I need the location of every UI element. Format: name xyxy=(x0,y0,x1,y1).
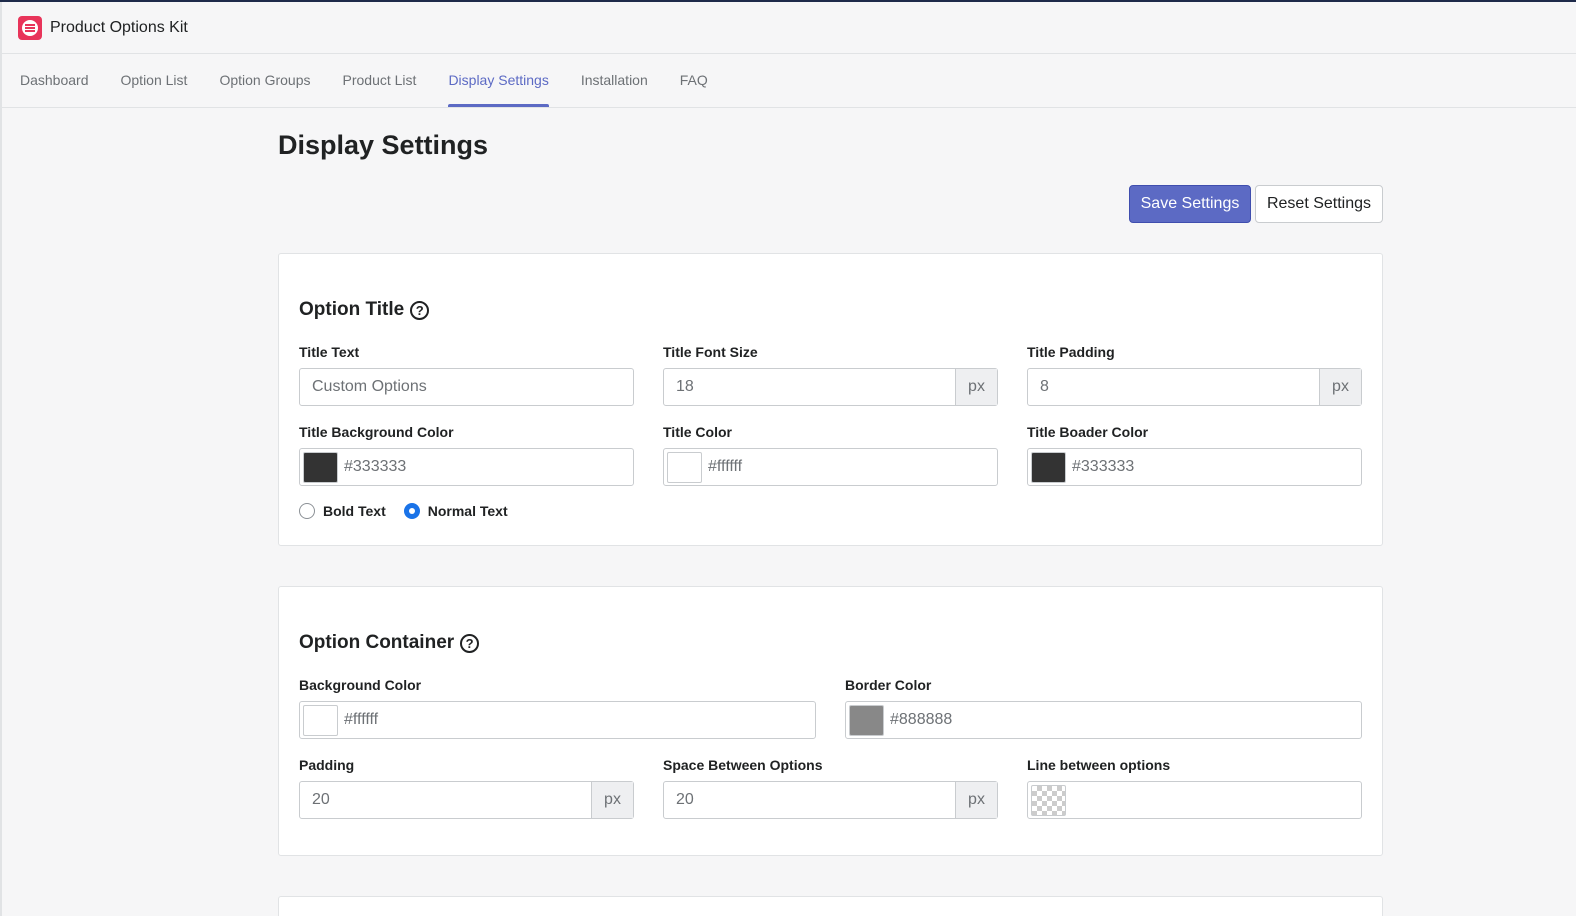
title-text-value: Custom Options xyxy=(312,378,427,395)
option-title-heading-text: Option Title xyxy=(299,299,405,320)
title-padding-value: 8 xyxy=(1040,378,1049,395)
px-suffix: px xyxy=(955,782,997,818)
title-color-label: Title Color xyxy=(663,424,732,440)
space-between-input[interactable]: 20 px xyxy=(663,781,998,819)
space-between-value: 20 xyxy=(676,791,694,808)
bold-text-radio[interactable] xyxy=(299,503,315,519)
title-bg-color-input[interactable]: #333333 xyxy=(299,448,634,486)
title-font-size-value: 18 xyxy=(676,378,694,395)
main-nav-tabs: Dashboard Option List Option Groups Prod… xyxy=(0,55,1576,108)
page-title: Display Settings xyxy=(278,130,489,160)
tab-faq[interactable]: FAQ xyxy=(680,55,708,108)
option-title-heading: Option Title ? xyxy=(299,299,430,321)
normal-text-radio[interactable] xyxy=(403,503,420,519)
help-icon[interactable]: ? xyxy=(410,300,430,320)
tab-product-list[interactable]: Product List xyxy=(343,55,417,108)
container-border-color-input[interactable]: #888888 xyxy=(845,701,1362,739)
option-container-heading: Option Container ? xyxy=(299,632,480,654)
title-style-radio-group: Bold Text Normal Text xyxy=(299,503,526,519)
title-padding-label: Title Padding xyxy=(1027,344,1115,360)
option-container-heading-text: Option Container xyxy=(299,632,455,653)
title-font-size-label: Title Font Size xyxy=(663,344,758,360)
tab-dashboard[interactable]: Dashboard xyxy=(20,55,89,108)
title-padding-input[interactable]: 8 px xyxy=(1027,368,1362,406)
app-title: Product Options Kit xyxy=(50,18,188,36)
title-border-color-input[interactable]: #333333 xyxy=(1027,448,1362,486)
tab-display-settings[interactable]: Display Settings xyxy=(448,55,550,108)
tab-option-groups[interactable]: Option Groups xyxy=(219,55,310,108)
option-title-card: Option Title ? Title Text Custom Options… xyxy=(278,253,1383,546)
container-padding-input[interactable]: 20 px xyxy=(299,781,634,819)
bold-text-label[interactable]: Bold Text xyxy=(323,503,386,519)
next-settings-card xyxy=(278,896,1383,916)
px-suffix: px xyxy=(955,369,997,405)
tab-option-list[interactable]: Option List xyxy=(121,55,188,108)
app-logo-icon xyxy=(18,15,42,40)
color-swatch[interactable] xyxy=(667,451,702,483)
container-bg-color-value: #ffffff xyxy=(344,711,379,728)
tab-installation[interactable]: Installation xyxy=(581,55,648,108)
container-bg-color-label: Background Color xyxy=(299,677,422,693)
help-icon[interactable]: ? xyxy=(460,633,480,653)
title-bg-color-label: Title Background Color xyxy=(299,424,454,440)
color-swatch[interactable] xyxy=(849,704,884,736)
title-color-input[interactable]: #ffffff xyxy=(663,448,998,486)
container-padding-label: Padding xyxy=(299,757,355,773)
title-border-color-label: Title Boader Color xyxy=(1027,424,1149,440)
title-border-color-value: #333333 xyxy=(1072,458,1135,475)
title-color-value: #ffffff xyxy=(708,458,743,475)
title-font-size-input[interactable]: 18 px xyxy=(663,368,998,406)
line-between-label: Line between options xyxy=(1027,757,1171,773)
space-between-label: Space Between Options xyxy=(663,757,823,773)
line-between-input[interactable] xyxy=(1027,781,1362,819)
color-swatch[interactable] xyxy=(303,451,338,483)
save-settings-button[interactable]: Save Settings xyxy=(1129,185,1251,223)
normal-text-label[interactable]: Normal Text xyxy=(428,503,508,519)
px-suffix: px xyxy=(591,782,633,818)
color-swatch[interactable] xyxy=(303,704,338,736)
title-text-input[interactable]: Custom Options xyxy=(299,368,634,406)
container-padding-value: 20 xyxy=(312,791,330,808)
app-header: Product Options Kit xyxy=(0,2,1576,54)
px-suffix: px xyxy=(1319,369,1361,405)
left-border xyxy=(0,2,2,916)
transparent-color-swatch[interactable] xyxy=(1031,784,1066,816)
color-swatch[interactable] xyxy=(1031,451,1066,483)
container-bg-color-input[interactable]: #ffffff xyxy=(299,701,816,739)
option-container-card: Option Container ? Background Color #fff… xyxy=(278,586,1383,856)
container-border-color-value: #888888 xyxy=(890,711,953,728)
reset-settings-button[interactable]: Reset Settings xyxy=(1255,185,1383,223)
title-text-label: Title Text xyxy=(299,344,360,360)
container-border-color-label: Border Color xyxy=(845,677,932,693)
title-bg-color-value: #333333 xyxy=(344,458,407,475)
